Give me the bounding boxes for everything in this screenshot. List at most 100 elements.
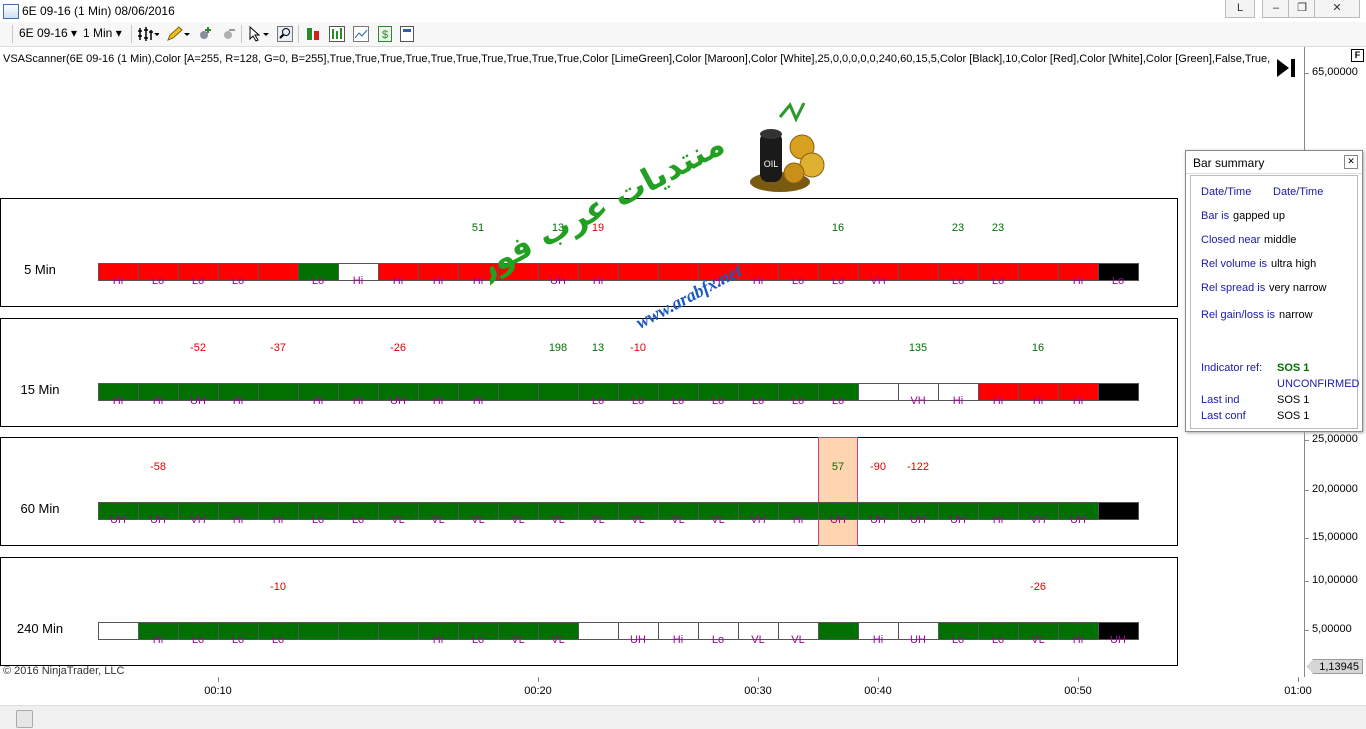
bar-class-label: Hi (952, 395, 964, 407)
vsa-bar-cell[interactable] (658, 263, 699, 281)
bar-class-label: VH (190, 514, 206, 526)
bar-class-label: VL (671, 514, 685, 526)
x-tick-label: 00:10 (204, 685, 232, 697)
y-tick-label: 20,00000 (1312, 483, 1358, 495)
vsa-bar-cell[interactable] (818, 622, 859, 640)
bar-class-label: Hi (1072, 634, 1084, 646)
bar-class-label: Lo (831, 275, 845, 287)
last-ind-value: SOS 1 (1277, 394, 1310, 406)
link-button[interactable]: L (1225, 0, 1255, 18)
vsa-bar-cell[interactable] (258, 383, 299, 401)
timeframe-panel (0, 437, 1178, 546)
summary-key: Rel volume is (1201, 258, 1268, 270)
vsa-bar-cell[interactable] (258, 263, 299, 281)
fast-forward-icon[interactable] (1275, 57, 1299, 82)
template-icon[interactable] (399, 26, 415, 42)
vsa-bar-cell[interactable] (538, 383, 579, 401)
y-tick-mark (1304, 581, 1309, 582)
bar-type-icon[interactable] (137, 26, 160, 42)
chevron-down-icon: ▾ (115, 26, 122, 40)
vsa-bar-cell[interactable] (498, 263, 539, 281)
toolbar-separator (298, 25, 299, 43)
vsa-bar-cell[interactable] (298, 622, 339, 640)
bar-class-label: VL (551, 514, 565, 526)
bar-class-label: VL (751, 634, 765, 646)
y-tick-label: 65,00000 (1312, 66, 1358, 78)
bar-class-label: UH (390, 395, 406, 407)
volume-delta-label: -90 (870, 461, 886, 473)
indicator-ref-key: Indicator ref: (1201, 362, 1263, 374)
summary-key: Bar is (1201, 210, 1230, 222)
vsa-bar-cell[interactable] (1018, 263, 1059, 281)
add-indicator-icon[interactable] (196, 26, 212, 42)
restore-button[interactable]: ❐ (1288, 0, 1316, 18)
bar-class-label: VL (591, 514, 605, 526)
bar-class-label: Lo (671, 395, 685, 407)
close-icon[interactable]: ✕ (1344, 155, 1358, 169)
chart-app-icon (3, 4, 19, 19)
chart-properties-icon[interactable] (353, 26, 369, 42)
bar-summary-header: Bar summary ✕ (1186, 151, 1362, 174)
volume-delta-label: 57 (831, 461, 845, 473)
vsa-bar-cell[interactable] (1098, 502, 1139, 520)
order-entry-icon[interactable] (305, 26, 321, 42)
scrollbar-thumb[interactable] (16, 710, 33, 728)
x-axis: 00:10 00:20 00:30 00:40 00:50 01:00 (0, 677, 1312, 705)
volume-delta-label: -26 (1030, 581, 1046, 593)
bar-class-label: UH (550, 275, 566, 287)
bar-class-label: Hi (152, 634, 164, 646)
bar-class-label: UH (910, 514, 926, 526)
volume-delta-label: 198 (548, 342, 568, 354)
bar-class-label: VL (471, 514, 485, 526)
y-tick-mark (1304, 440, 1309, 441)
vsa-bar-cell[interactable] (618, 263, 659, 281)
zoom-icon[interactable] (277, 26, 293, 42)
summary-key: Rel spread is (1201, 282, 1266, 294)
bar-class-label: VL (431, 514, 445, 526)
selected-bar-highlight[interactable] (818, 437, 858, 546)
toolbar-separator (241, 25, 242, 43)
interval-selector[interactable]: 1 Min ▾ (83, 26, 122, 40)
bar-class-label: Lo (831, 395, 845, 407)
dollar-icon[interactable]: $ (377, 26, 393, 42)
data-box-icon[interactable] (329, 26, 345, 42)
volume-delta-label: 23 (951, 222, 965, 234)
bar-class-label: UH (830, 514, 846, 526)
close-button[interactable]: ✕ (1314, 0, 1360, 18)
drawing-pencil-icon[interactable] (166, 26, 190, 42)
timeframe-panel (0, 198, 1178, 307)
bar-class-label: UH (1070, 514, 1086, 526)
vsa-bar-cell[interactable] (858, 383, 899, 401)
bar-class-label: UH (190, 395, 206, 407)
volume-delta-label: 13 (551, 222, 565, 234)
vsa-bar-cell[interactable] (338, 622, 379, 640)
bar-summary-panel[interactable]: Bar summary ✕ Indicator ref: SOS 1 UNCON… (1185, 150, 1363, 432)
chart-area[interactable]: VSAScanner(6E 09-16 (1 Min),Color [A=255… (0, 47, 1366, 705)
vsa-bar-cell[interactable] (498, 383, 539, 401)
volume-delta-label: -26 (390, 342, 406, 354)
minimize-button[interactable]: – (1262, 0, 1290, 18)
timeframe-panel (0, 557, 1178, 666)
vsa-bar-cell[interactable] (1098, 383, 1139, 401)
bar-class-label: Lo (191, 275, 205, 287)
vsa-bar-cell[interactable] (898, 263, 939, 281)
cursor-pointer-icon[interactable] (247, 25, 269, 42)
bar-class-label: VH (750, 514, 766, 526)
y-tick-mark (1304, 73, 1309, 74)
vsa-bar-cell[interactable] (98, 622, 139, 640)
summary-key: Rel gain/loss is (1201, 309, 1275, 321)
bar-class-label: Hi (872, 634, 884, 646)
bar-class-label: Lo (231, 275, 245, 287)
horizontal-scrollbar[interactable] (0, 705, 1366, 729)
last-conf-value: SOS 1 (1277, 410, 1310, 422)
volume-delta-label: -10 (270, 581, 286, 593)
f-box[interactable]: F (1351, 49, 1364, 62)
bar-class-label: Lo (791, 275, 805, 287)
instrument-selector[interactable]: 6E 09-16 ▾ (19, 26, 77, 40)
vsa-bar-cell[interactable] (578, 622, 619, 640)
bar-class-label: Lo (191, 634, 205, 646)
x-tick-mark (1298, 677, 1299, 682)
remove-indicator-icon[interactable] (220, 26, 236, 42)
bar-class-label: Lo (951, 634, 965, 646)
vsa-bar-cell[interactable] (378, 622, 419, 640)
